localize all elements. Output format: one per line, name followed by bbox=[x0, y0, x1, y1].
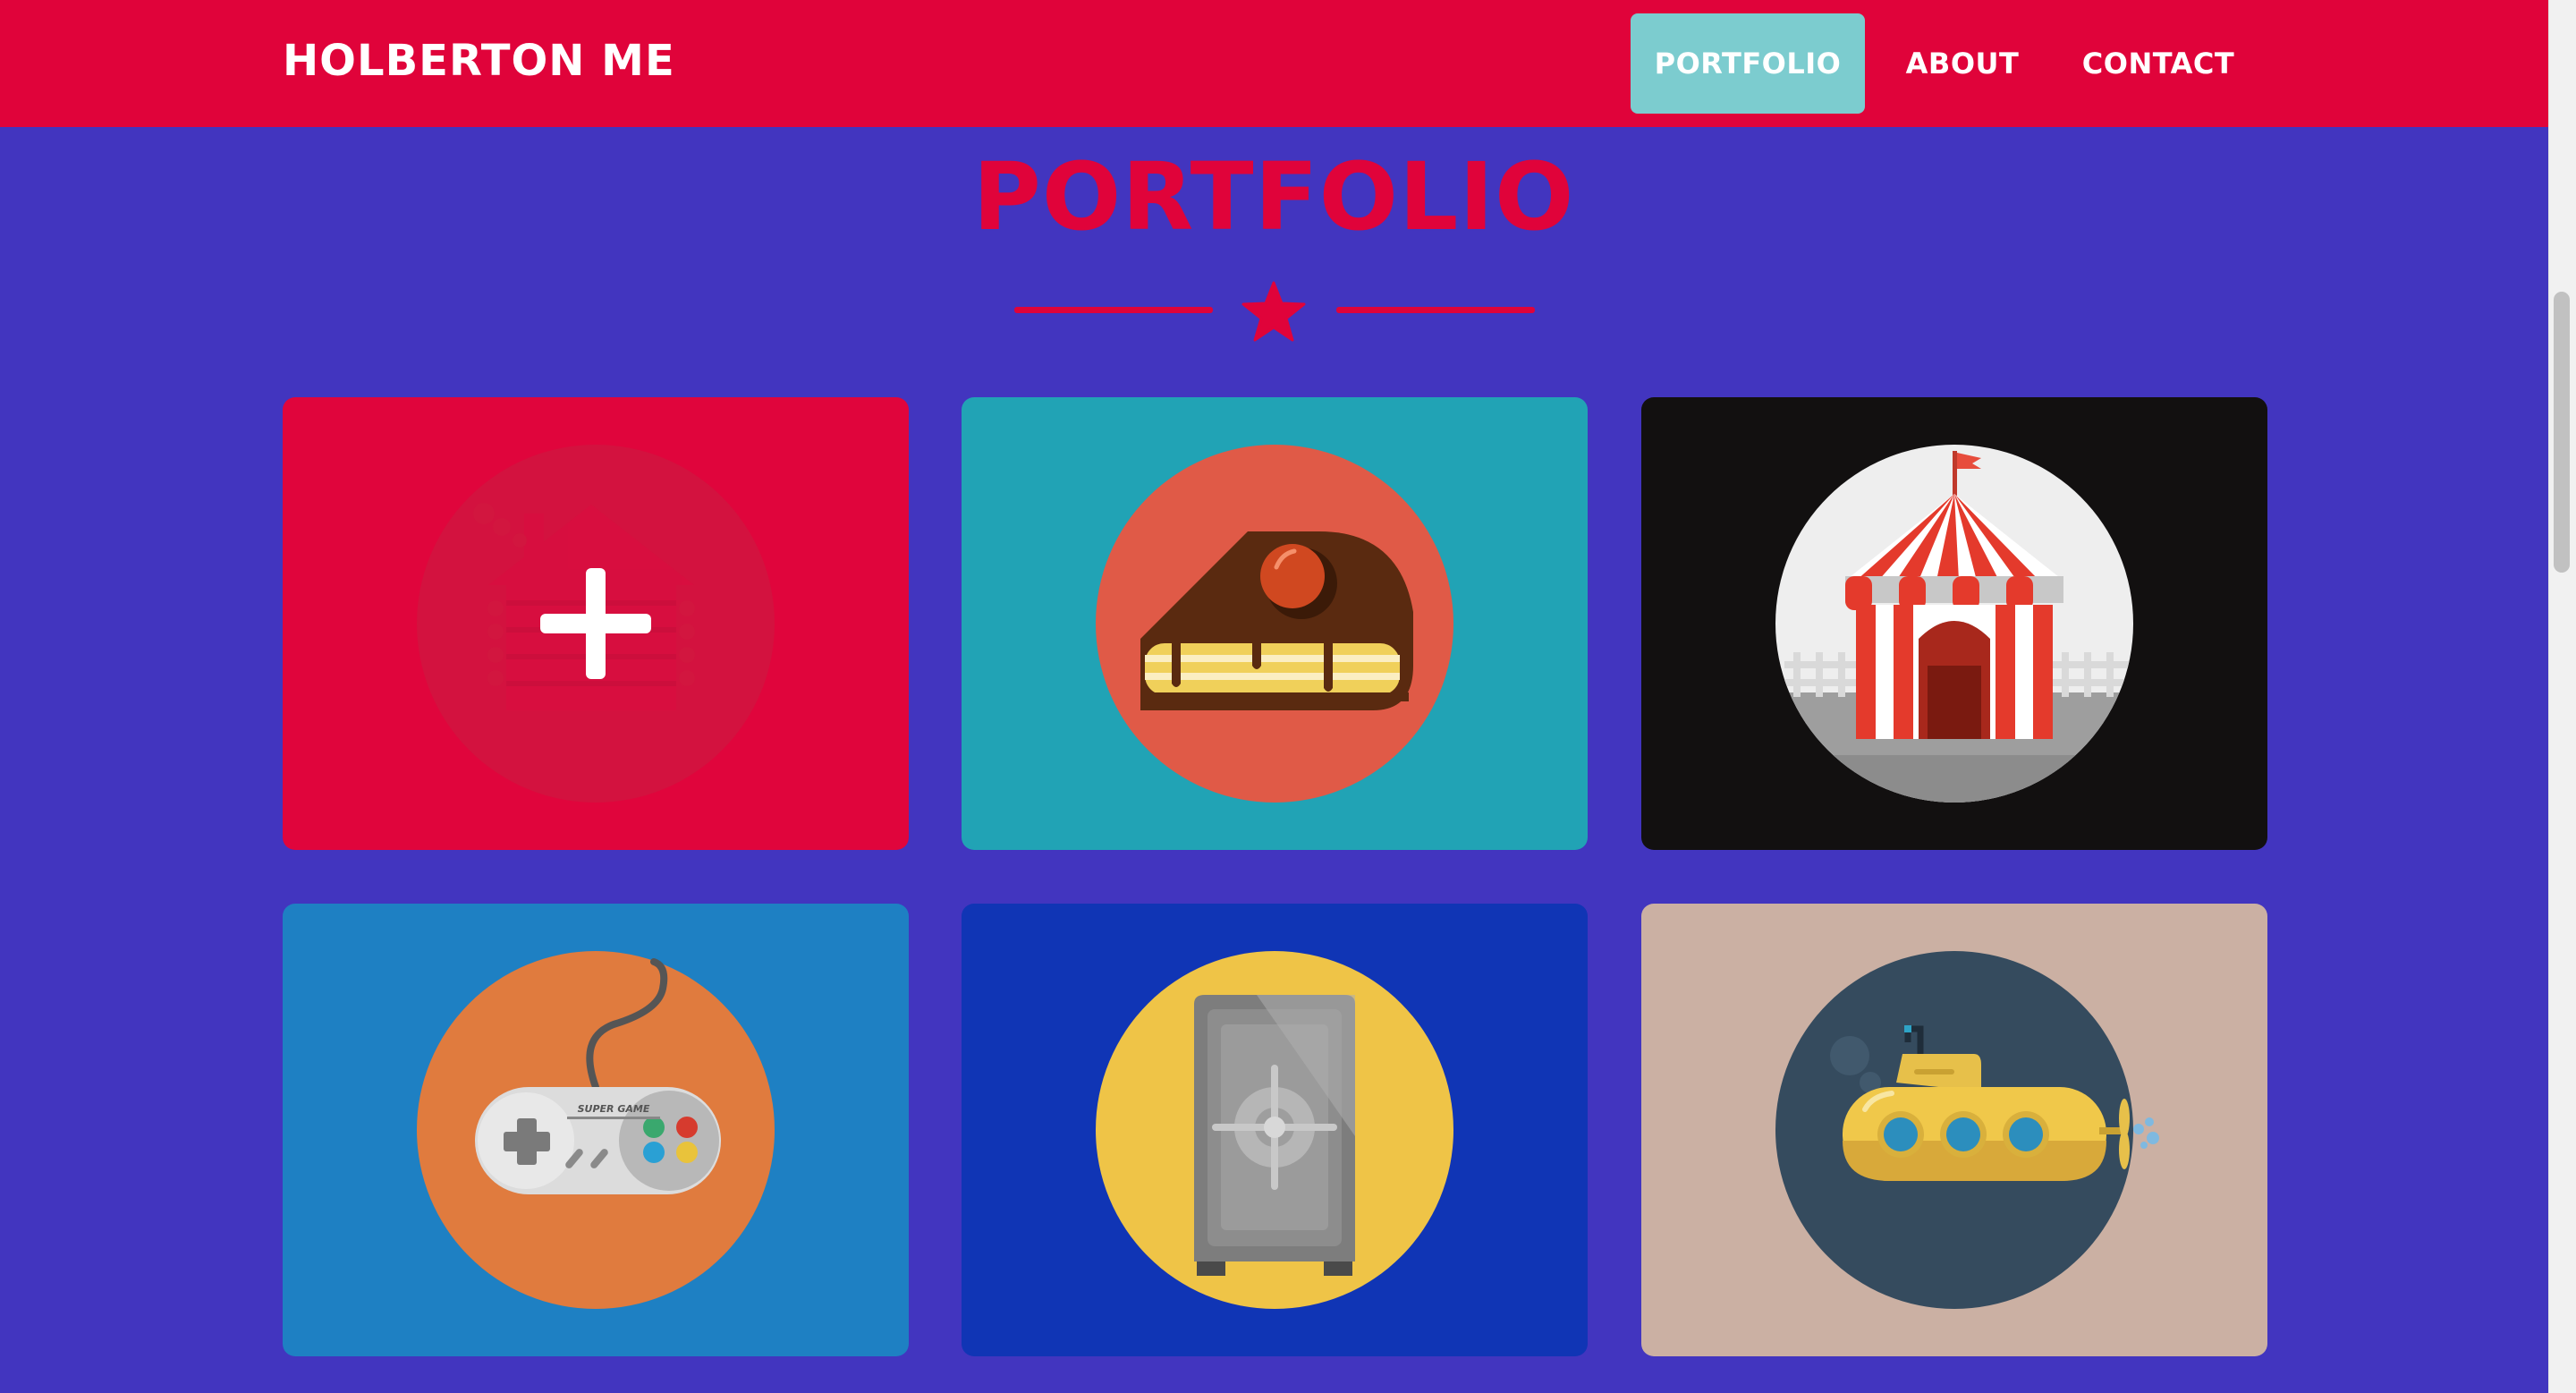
submarine-icon bbox=[1775, 951, 2159, 1309]
brand-logo[interactable]: HOLBERTON ME bbox=[283, 36, 675, 86]
scrollbar-thumb[interactable] bbox=[2554, 292, 2570, 573]
nav-link-about[interactable]: ABOUT bbox=[1887, 13, 2038, 114]
portfolio-item-controller[interactable]: SUPER GAME bbox=[283, 904, 909, 1356]
cabin-icon bbox=[417, 445, 775, 803]
portfolio-item-submarine[interactable] bbox=[1641, 904, 2267, 1356]
game-controller-icon: SUPER GAME bbox=[417, 951, 775, 1309]
navbar: HOLBERTON ME PORTFOLIO ABOUT CONTACT bbox=[0, 0, 2548, 127]
svg-text:SUPER GAME: SUPER GAME bbox=[578, 1103, 650, 1115]
safe-icon bbox=[1096, 951, 1453, 1309]
cake-slice-icon bbox=[1096, 445, 1453, 803]
divider-line-right bbox=[1336, 307, 1535, 313]
scrollbar-track[interactable] bbox=[2548, 0, 2576, 1393]
nav-link-contact[interactable]: CONTACT bbox=[2064, 13, 2252, 114]
page-viewport: HOLBERTON ME PORTFOLIO ABOUT CONTACT POR… bbox=[0, 0, 2548, 1393]
divider-line-left bbox=[1014, 307, 1213, 313]
portfolio-item-cake[interactable] bbox=[962, 397, 1588, 850]
nav-link-portfolio[interactable]: PORTFOLIO bbox=[1631, 13, 1865, 114]
circus-tent-icon bbox=[1775, 445, 2133, 803]
portfolio-item-safe[interactable] bbox=[962, 904, 1588, 1356]
star-icon bbox=[1241, 281, 1306, 342]
section-title: PORTFOLIO bbox=[972, 142, 1575, 251]
portfolio-item-cabin[interactable] bbox=[283, 397, 909, 850]
portfolio-item-circus[interactable] bbox=[1641, 397, 2267, 850]
